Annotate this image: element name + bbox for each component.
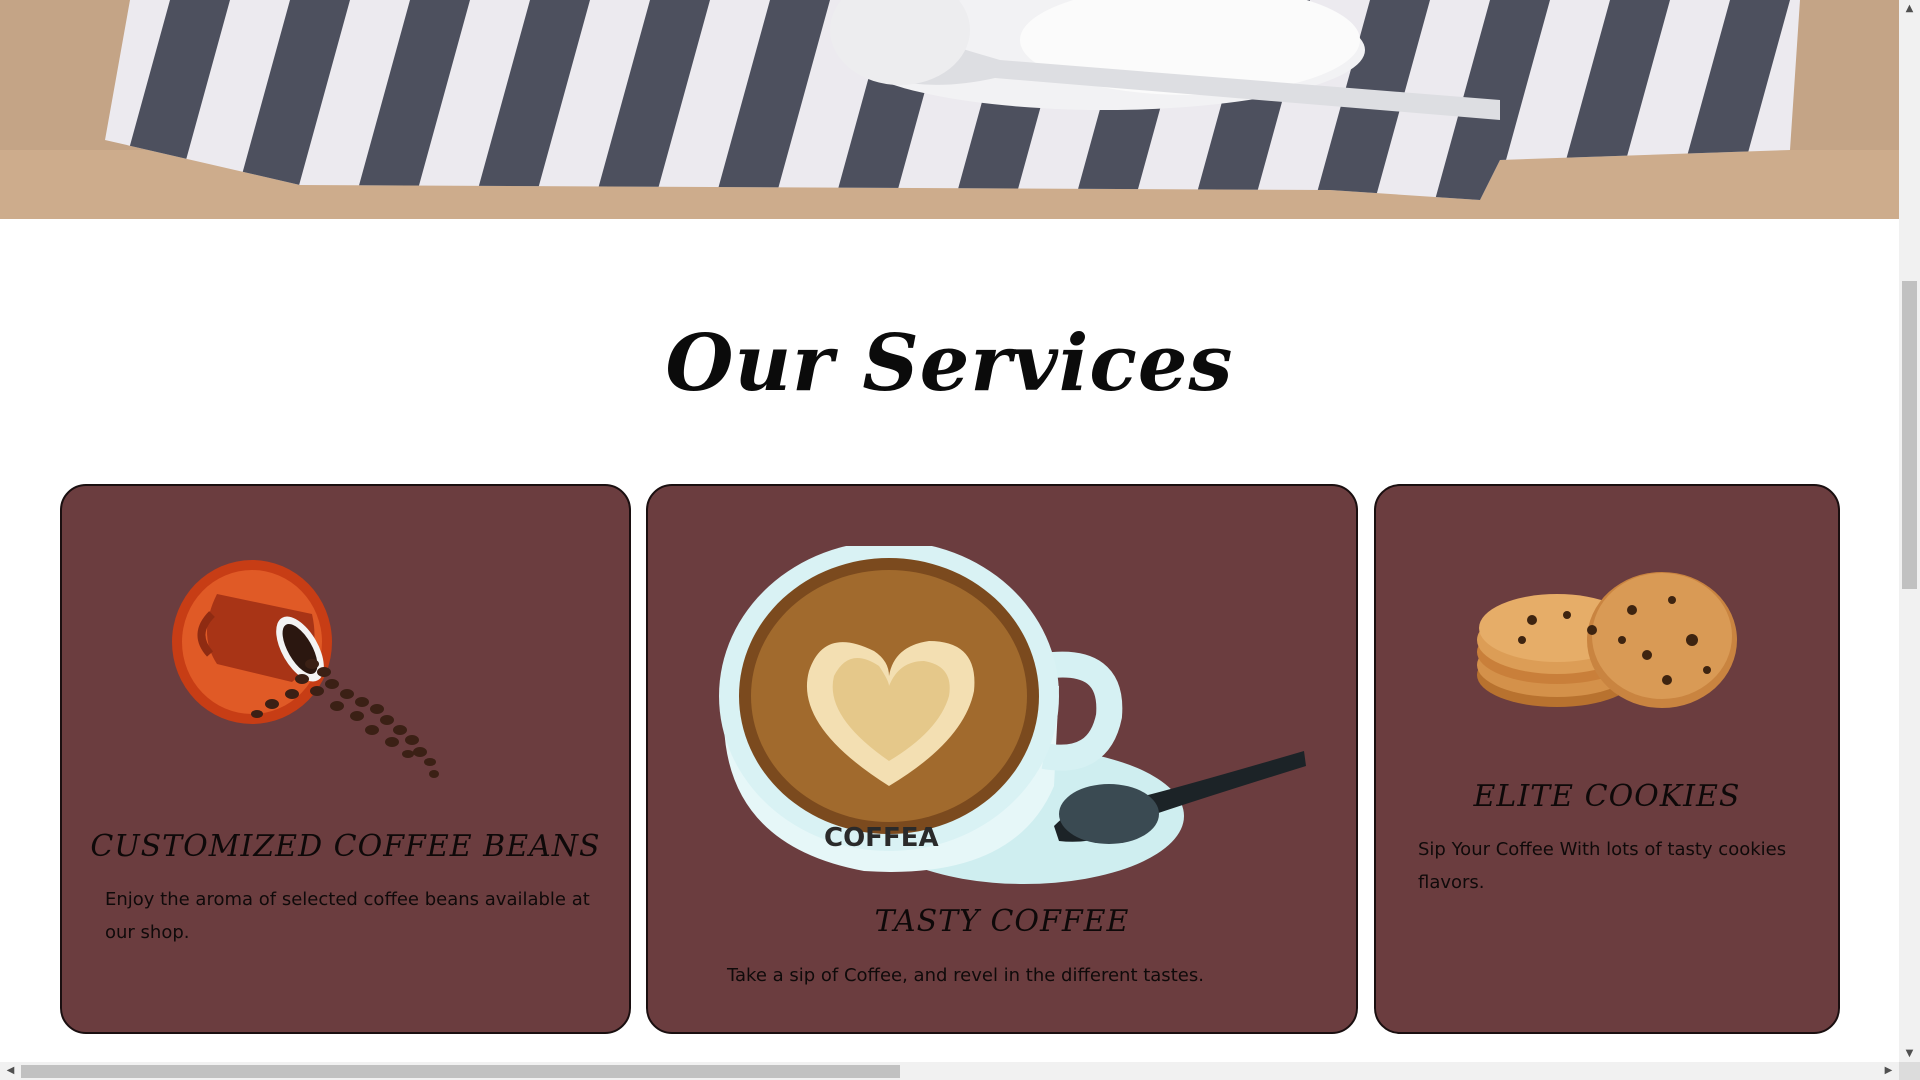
scrollbar-corner <box>1899 1062 1920 1080</box>
card-title: ELITE COOKIES <box>1473 779 1741 814</box>
service-card-tasty-coffee: COFFEA TASTY COFFEE Take a sip of Coffee… <box>646 484 1358 1034</box>
services-title: Our Services <box>665 318 1234 409</box>
horizontal-scroll-thumb[interactable] <box>21 1065 900 1078</box>
scroll-right-arrow-icon[interactable]: ▶ <box>1880 1062 1897 1080</box>
scroll-up-arrow-icon[interactable]: ▲ <box>1899 0 1920 17</box>
scroll-down-arrow-icon[interactable]: ▼ <box>1899 1045 1920 1062</box>
vertical-scrollbar[interactable]: ▲ ▼ <box>1899 0 1920 1062</box>
horizontal-scrollbar[interactable]: ◀ ▶ <box>0 1062 1899 1080</box>
hero-image <box>0 0 1899 219</box>
service-card-coffee-beans: CUSTOMIZED COFFEE BEANS Enjoy the aroma … <box>60 484 631 1034</box>
card-description: Sip Your Coffee With lots of tasty cooki… <box>1418 839 1787 893</box>
service-card-elite-cookies: ELITE COOKIES Sip Your Coffee With lots … <box>1374 484 1840 1034</box>
cookies-illustration <box>1477 572 1737 708</box>
scroll-left-arrow-icon[interactable]: ◀ <box>2 1062 19 1080</box>
hero-coffee-napkin-illustration <box>0 0 1899 219</box>
cup-print-text: COFFEA <box>824 823 939 853</box>
vertical-scroll-thumb[interactable] <box>1902 281 1917 589</box>
latte-art-cup-illustration: COFFEA <box>719 546 1306 884</box>
spilled-coffee-cup-illustration <box>172 560 439 778</box>
card-description: Take a sip of Coffee, and revel in the d… <box>727 965 1204 986</box>
card-title: TASTY COFFEE <box>874 904 1130 939</box>
card-description: Enjoy the aroma of selected coffee beans… <box>105 889 590 943</box>
card-title: CUSTOMIZED COFFEE BEANS <box>90 829 601 864</box>
